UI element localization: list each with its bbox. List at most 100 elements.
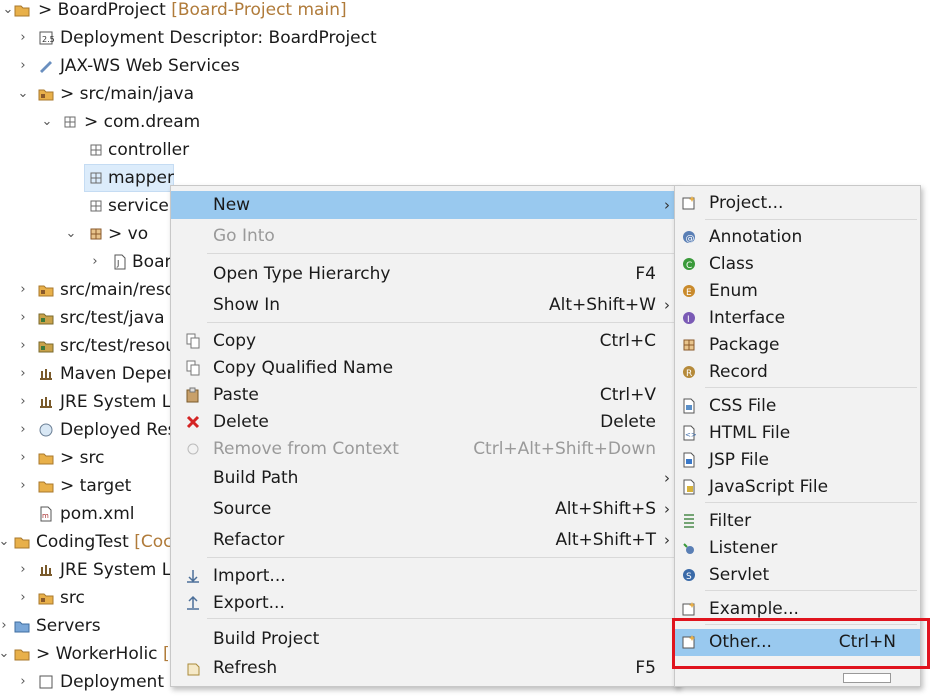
export-icon	[185, 595, 201, 611]
dirty-marker: >	[38, 0, 53, 20]
submenu-item-filter[interactable]: Filter	[675, 508, 920, 535]
submenu-item-record[interactable]: R Record	[675, 359, 920, 386]
menu-shortcut: Alt+Shift+S	[555, 499, 656, 519]
menu-item-label: Show In	[213, 295, 281, 315]
tree-row-controller[interactable]: controller	[0, 136, 400, 164]
collapse-chevron-icon[interactable]: ⌄	[0, 528, 10, 556]
collapse-chevron-icon[interactable]: ⌄	[65, 220, 77, 248]
tree-row-boardproject[interactable]: ⌄ > BoardProject [Board-Project main]	[0, 0, 400, 24]
collapse-chevron-icon[interactable]: ⌄	[41, 108, 53, 136]
menu-item-show-in[interactable]: Show In Alt+Shift+W ›	[171, 291, 678, 319]
submenu-item-annotation[interactable]: @ Annotation	[675, 224, 920, 251]
package-modified-icon	[88, 226, 104, 242]
menu-item-source[interactable]: Source Alt+Shift+S ›	[171, 495, 678, 523]
expand-chevron-icon[interactable]: ›	[17, 360, 29, 388]
menu-separator	[705, 502, 917, 503]
menu-shortcut: F5	[635, 658, 656, 678]
expand-chevron-icon[interactable]: ›	[17, 332, 29, 360]
submenu-item-label: Class	[709, 254, 754, 274]
expand-chevron-icon[interactable]: ›	[0, 612, 10, 640]
svg-text:C: C	[686, 261, 692, 271]
tree-label: src/main/java	[79, 84, 195, 104]
menu-item-delete[interactable]: Delete Delete	[171, 408, 678, 436]
svg-text:2.5: 2.5	[42, 35, 54, 44]
expand-chevron-icon[interactable]: ›	[17, 388, 29, 416]
project-folder-icon	[14, 646, 30, 662]
expand-chevron-icon[interactable]: ›	[17, 584, 29, 612]
dirty-marker: >	[84, 112, 99, 132]
expand-chevron-icon[interactable]: ›	[17, 444, 29, 472]
tree-row-jaxws[interactable]: › JAX-WS Web Services	[0, 52, 400, 80]
package-icon	[62, 114, 78, 130]
submenu-item-listener[interactable]: Listener	[675, 535, 920, 562]
menu-shortcut: Alt+Shift+T	[555, 530, 656, 550]
tree-row-src-main-java[interactable]: ⌄ > src/main/java	[0, 80, 400, 108]
tree-label: BoardProject	[57, 0, 166, 20]
submenu-item-label: Project...	[709, 193, 784, 213]
svg-text:E: E	[686, 288, 692, 298]
tree-label: src	[79, 448, 105, 468]
menu-item-refactor[interactable]: Refactor Alt+Shift+T ›	[171, 526, 678, 554]
copy-icon	[185, 333, 201, 349]
submenu-item-package[interactable]: Package	[675, 332, 920, 359]
submenu-item-enum[interactable]: E Enum	[675, 278, 920, 305]
menu-separator	[705, 387, 917, 388]
expand-chevron-icon[interactable]: ›	[17, 52, 29, 80]
expand-chevron-icon[interactable]: ›	[17, 416, 29, 444]
tree-row-deployment-descriptor[interactable]: › 2.5 Deployment Descriptor: BoardProjec…	[0, 24, 400, 52]
tree-label: src/main/reso	[60, 280, 176, 300]
collapse-chevron-icon[interactable]: ⌄	[0, 640, 10, 668]
menu-item-label: Export...	[213, 593, 285, 613]
menu-item-remove-from-context[interactable]: Remove from Context Ctrl+Alt+Shift+Down	[171, 435, 678, 463]
javascript-file-icon	[681, 479, 697, 495]
menu-shortcut: Alt+Shift+W	[549, 295, 656, 315]
menu-item-label: Paste	[213, 385, 259, 405]
expand-chevron-icon[interactable]: ›	[17, 556, 29, 584]
interface-icon: I	[681, 310, 697, 326]
source-folder-icon	[38, 282, 54, 298]
dirty-marker: >	[60, 476, 75, 496]
deployment-descriptor-icon: 2.5	[38, 30, 54, 46]
tree-label: src/test/java	[60, 308, 165, 328]
submenu-item-css-file[interactable]: CSS File	[675, 393, 920, 420]
menu-item-refresh[interactable]: Refresh F5	[171, 654, 678, 682]
expand-chevron-icon[interactable]: ›	[17, 276, 29, 304]
menu-item-copy-qualified-name[interactable]: Copy Qualified Name	[171, 354, 678, 382]
import-icon	[185, 568, 201, 584]
expand-chevron-icon[interactable]: ›	[17, 24, 29, 52]
submenu-item-label: Listener	[709, 538, 778, 558]
context-menu: New › Go Into Open Type Hierarchy F4 Sho…	[170, 185, 679, 687]
expand-chevron-icon[interactable]: ›	[89, 248, 101, 276]
menu-item-label: Remove from Context	[213, 439, 399, 459]
submenu-item-servlet[interactable]: S Servlet	[675, 562, 920, 589]
menu-separator	[207, 557, 675, 558]
collapse-chevron-icon[interactable]: ⌄	[17, 80, 29, 108]
svg-text:R: R	[686, 369, 692, 379]
submenu-item-interface[interactable]: I Interface	[675, 305, 920, 332]
menu-item-open-type-hierarchy[interactable]: Open Type Hierarchy F4	[171, 260, 678, 288]
menu-item-copy[interactable]: Copy Ctrl+C	[171, 327, 678, 355]
expand-chevron-icon[interactable]: ›	[17, 472, 29, 500]
dirty-marker: >	[60, 84, 75, 104]
expand-chevron-icon[interactable]: ›	[17, 668, 29, 696]
submenu-item-project[interactable]: Project...	[675, 190, 920, 217]
menu-item-new[interactable]: New ›	[171, 191, 678, 219]
tree-label: WorkerHolic	[55, 644, 158, 664]
menu-item-build-path[interactable]: Build Path ›	[171, 464, 678, 492]
submenu-item-html-file[interactable]: <> HTML File	[675, 420, 920, 447]
tree-label: JRE System Li	[60, 392, 176, 412]
expand-chevron-icon[interactable]: ›	[17, 304, 29, 332]
submenu-item-jsp-file[interactable]: JSP File	[675, 447, 920, 474]
menu-item-build-project[interactable]: Build Project	[171, 625, 678, 653]
svg-text:m: m	[42, 512, 49, 520]
collapse-chevron-icon[interactable]: ⌄	[2, 0, 14, 24]
tree-row-com-dream[interactable]: ⌄ > com.dream	[0, 108, 400, 136]
submenu-item-class[interactable]: C Class	[675, 251, 920, 278]
menu-item-import[interactable]: Import...	[171, 562, 678, 590]
submenu-item-javascript-file[interactable]: JavaScript File	[675, 474, 920, 501]
menu-item-export[interactable]: Export...	[171, 589, 678, 617]
menu-separator	[705, 590, 917, 591]
project-folder-icon	[14, 2, 30, 18]
menu-item-paste[interactable]: Paste Ctrl+V	[171, 381, 678, 409]
menu-item-go-into[interactable]: Go Into	[171, 222, 678, 250]
